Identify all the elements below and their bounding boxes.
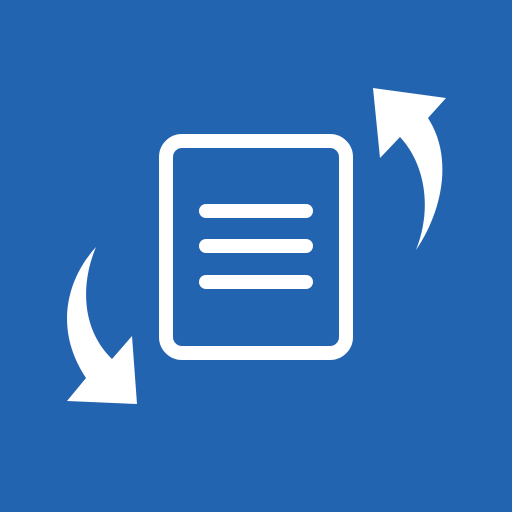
app-icon-tile (0, 0, 512, 512)
document-icon (159, 134, 353, 360)
document-sync-icon (67, 88, 446, 404)
arrow-up-icon (373, 88, 446, 250)
arrow-down-icon (67, 247, 137, 404)
